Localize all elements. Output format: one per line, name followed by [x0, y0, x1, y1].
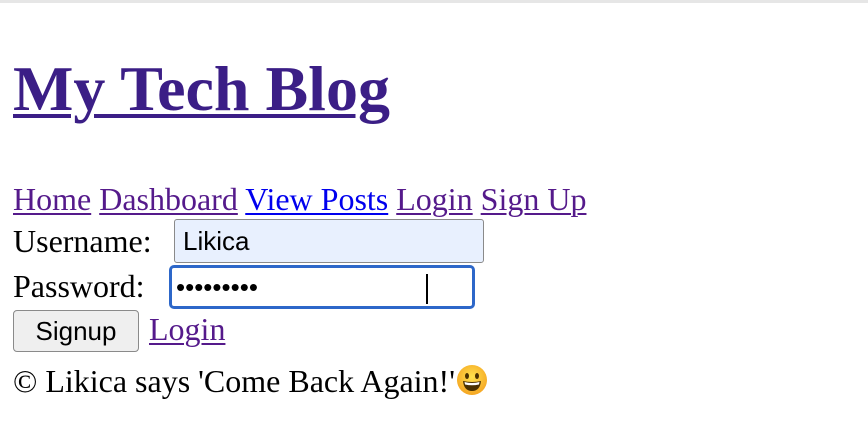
grinning-face-icon	[456, 364, 488, 396]
login-link[interactable]: Login	[149, 310, 225, 348]
nav-dashboard-link[interactable]: Dashboard	[99, 181, 238, 217]
username-row: Username:	[13, 219, 484, 263]
password-label: Password:	[13, 268, 145, 304]
site-title-link[interactable]: My Tech Blog	[13, 53, 390, 124]
signup-button[interactable]: Signup	[13, 310, 139, 352]
username-input[interactable]	[174, 219, 484, 263]
nav-login-link[interactable]: Login	[396, 181, 472, 217]
footer: © Likica says 'Come Back Again!'	[13, 362, 488, 400]
top-border	[0, 0, 868, 3]
site-title: My Tech Blog	[13, 51, 390, 127]
nav-view-posts-link[interactable]: View Posts	[245, 181, 388, 217]
password-row: Password: •••••••••	[13, 265, 475, 309]
nav-home-link[interactable]: Home	[13, 181, 91, 217]
password-input[interactable]: •••••••••	[169, 265, 475, 309]
username-label: Username:	[13, 223, 152, 259]
password-masked-value: •••••••••	[176, 272, 258, 302]
text-caret	[426, 274, 428, 304]
footer-text: © Likica says 'Come Back Again!'	[13, 363, 455, 399]
nav-bar: Home Dashboard View Posts Login Sign Up	[13, 180, 586, 218]
nav-sign-up-link[interactable]: Sign Up	[481, 181, 587, 217]
